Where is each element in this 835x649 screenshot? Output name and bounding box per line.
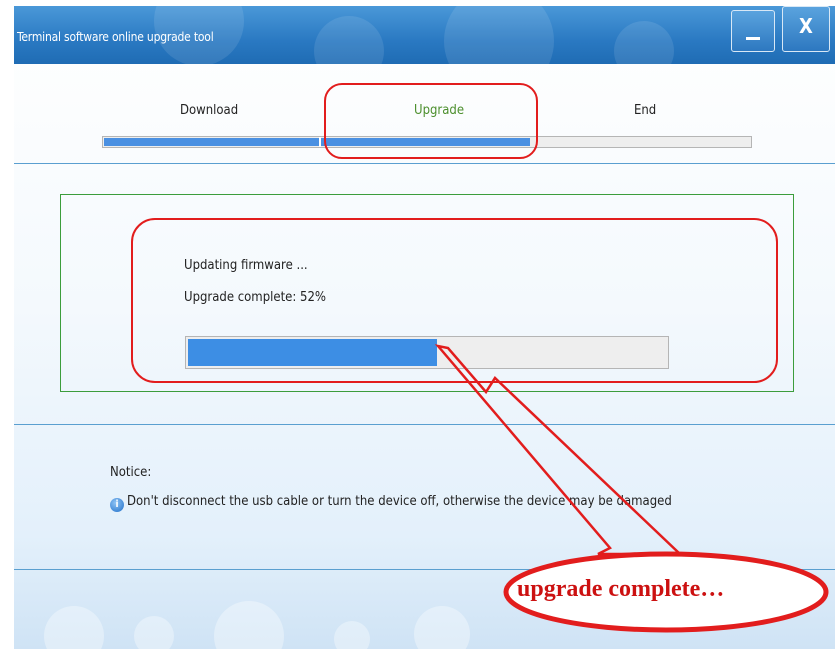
callout-label: upgrade complete… (517, 576, 725, 602)
callout-arrow-shape (434, 344, 684, 556)
callout-arrow (434, 344, 829, 633)
